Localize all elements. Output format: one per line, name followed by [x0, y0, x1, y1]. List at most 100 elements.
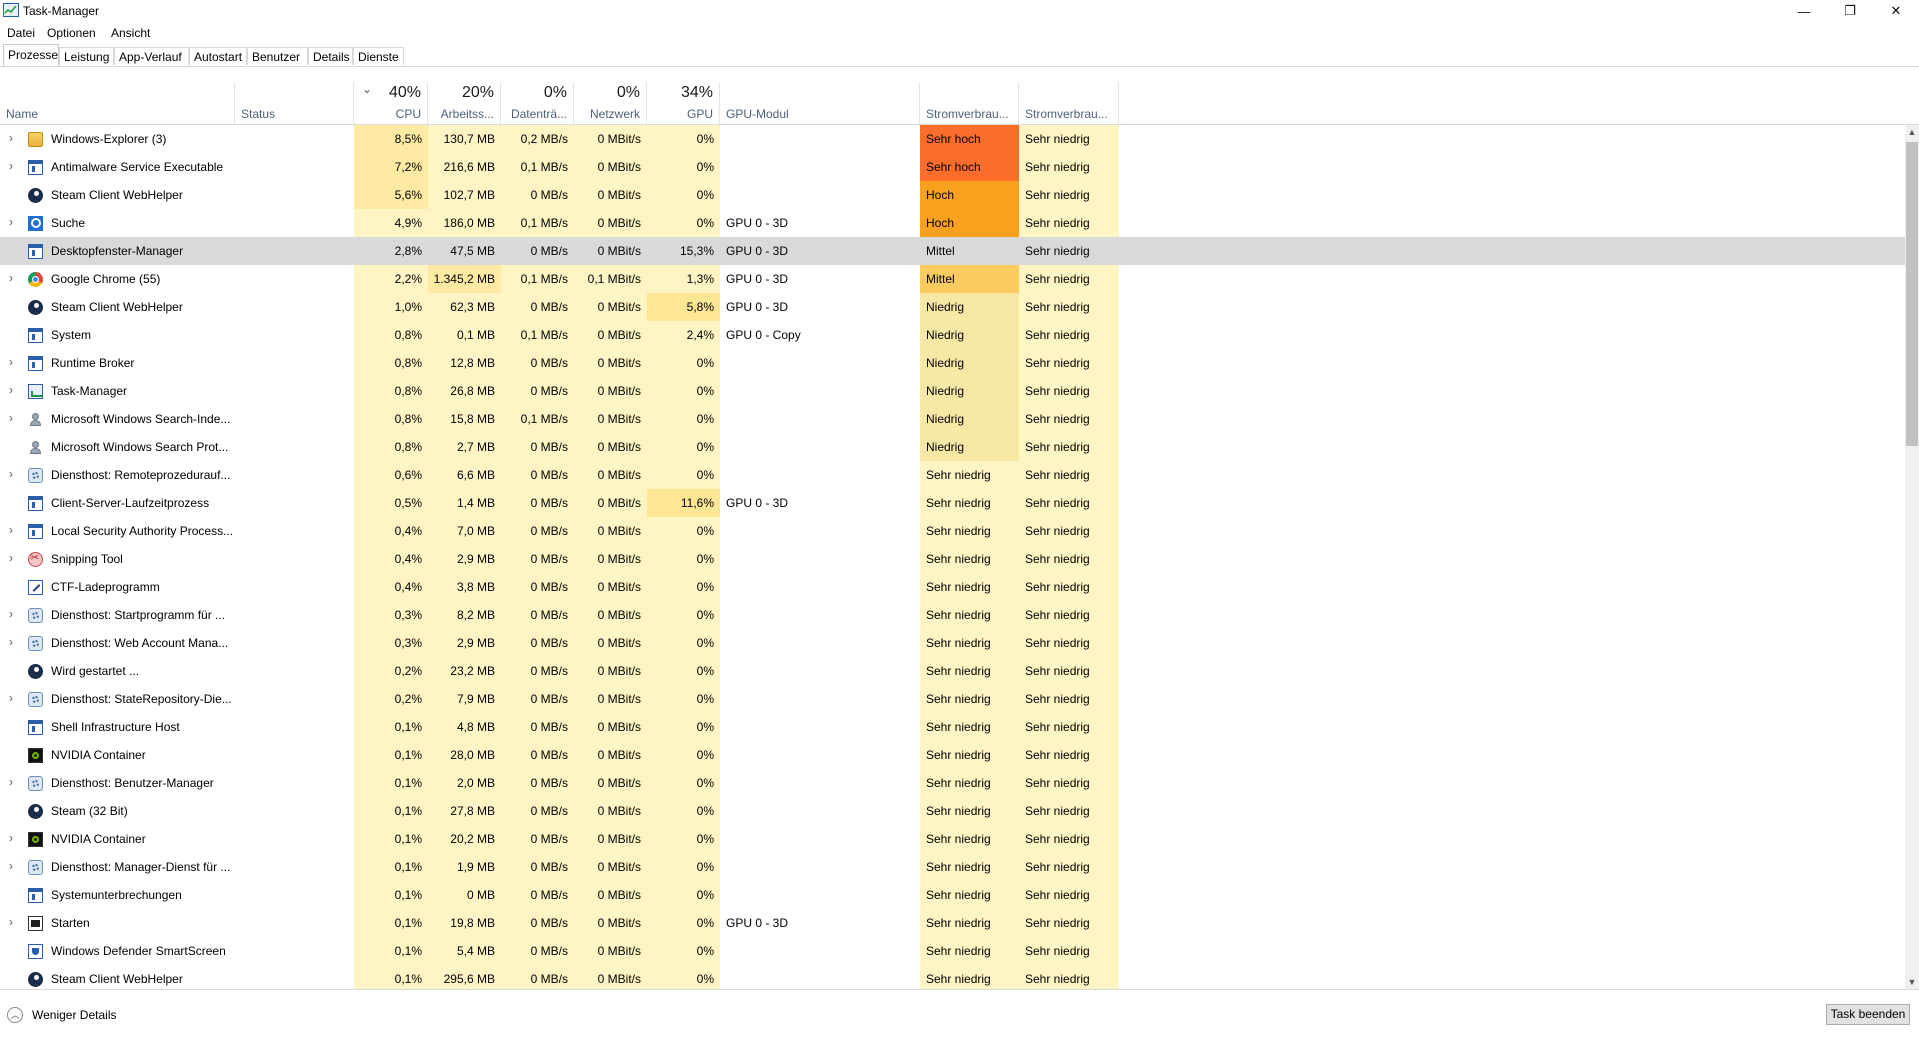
process-name: Steam Client WebHelper: [51, 300, 183, 314]
expand-chevron-icon[interactable]: ›: [9, 629, 13, 657]
fewer-details-link[interactable]: ︿ Weniger Details: [7, 1005, 116, 1025]
column-cpu[interactable]: 40% CPU: [354, 82, 428, 124]
process-row[interactable]: › NVIDIA Container 0,1% 20,2 MB 0 MB/s 0…: [0, 825, 1905, 853]
menu-ansicht[interactable]: Ansicht: [111, 26, 150, 40]
process-network: 0 MBit/s: [574, 153, 647, 181]
tab-dienste[interactable]: Dienste: [353, 47, 404, 65]
scroll-down-arrow-icon[interactable]: ▼: [1905, 975, 1919, 989]
expand-chevron-icon[interactable]: ›: [9, 769, 13, 797]
process-row[interactable]: › Diensthost: StateRepository-Die... 0,2…: [0, 685, 1905, 713]
maximize-button[interactable]: ❐: [1827, 0, 1873, 22]
process-gpu: 0%: [647, 461, 720, 489]
process-row[interactable]: › Windows-Explorer (3) 8,5% 130,7 MB 0,2…: [0, 125, 1905, 153]
menu-datei[interactable]: Datei: [7, 26, 35, 40]
process-status: [235, 405, 354, 433]
process-row[interactable]: › Microsoft Windows Search Prot... 0,8% …: [0, 433, 1905, 461]
process-row[interactable]: › Snipping Tool 0,4% 2,9 MB 0 MB/s 0 MBi…: [0, 545, 1905, 573]
expand-chevron-icon[interactable]: ›: [9, 265, 13, 293]
column-power-usage[interactable]: Stromverbrau...: [920, 82, 1019, 124]
column-status[interactable]: Status: [235, 82, 354, 124]
expand-chevron-icon[interactable]: ›: [9, 377, 13, 405]
process-gpu-module: [720, 853, 920, 881]
process-row[interactable]: › Runtime Broker 0,8% 12,8 MB 0 MB/s 0 M…: [0, 349, 1905, 377]
expand-chevron-icon[interactable]: ›: [9, 125, 13, 153]
column-power-trend[interactable]: Stromverbrau...: [1019, 82, 1119, 124]
tab-leistung[interactable]: Leistung: [59, 47, 114, 65]
process-status: [235, 125, 354, 153]
process-memory: 47,5 MB: [450, 244, 495, 258]
process-gpu-module: [720, 377, 920, 405]
expand-chevron-icon[interactable]: ›: [9, 601, 13, 629]
expand-chevron-icon[interactable]: ›: [9, 685, 13, 713]
expand-chevron-icon[interactable]: ›: [9, 909, 13, 937]
process-row[interactable]: › Diensthost: Startprogramm für ... 0,3%…: [0, 601, 1905, 629]
tab-autostart[interactable]: Autostart: [189, 47, 247, 65]
process-status: [235, 797, 354, 825]
process-row[interactable]: › Task-Manager 0,8% 26,8 MB 0 MB/s 0 MBi…: [0, 377, 1905, 405]
process-row[interactable]: › Client-Server-Laufzeitprozess 0,5% 1,4…: [0, 489, 1905, 517]
process-disk: 0 MB/s: [501, 601, 574, 629]
column-name[interactable]: Name: [0, 82, 235, 124]
minimize-button[interactable]: —: [1781, 0, 1827, 22]
process-row[interactable]: › Steam Client WebHelper 5,6% 102,7 MB 0…: [0, 181, 1905, 209]
process-row[interactable]: › Suche 4,9% 186,0 MB 0,1 MB/s 0 MBit/s …: [0, 209, 1905, 237]
expand-chevron-icon[interactable]: ›: [9, 209, 13, 237]
vertical-scrollbar[interactable]: ▲ ▼: [1905, 125, 1919, 989]
process-row[interactable]: › Shell Infrastructure Host 0,1% 4,8 MB …: [0, 713, 1905, 741]
expand-chevron-icon[interactable]: ›: [9, 405, 13, 433]
tab-app-verlauf[interactable]: App-Verlauf: [114, 47, 189, 65]
process-row[interactable]: › Diensthost: Web Account Mana... 0,3% 2…: [0, 629, 1905, 657]
process-row[interactable]: › Starten 0,1% 19,8 MB 0 MB/s 0 MBit/s 0…: [0, 909, 1905, 937]
expand-chevron-icon[interactable]: ›: [9, 349, 13, 377]
process-row[interactable]: › Systemunterbrechungen 0,1% 0 MB 0 MB/s…: [0, 881, 1905, 909]
column-network[interactable]: 0% Netzwerk: [574, 82, 647, 124]
footer-divider: [0, 989, 1919, 990]
process-disk: 0,2 MB/s: [501, 125, 574, 153]
start-icon: [28, 916, 43, 931]
column-disk[interactable]: 0% Datenträ...: [501, 82, 574, 124]
process-row[interactable]: › Microsoft Windows Search-Inde... 0,8% …: [0, 405, 1905, 433]
process-name: Wird gestartet ...: [51, 664, 140, 678]
process-name: Microsoft Windows Search Prot...: [51, 440, 229, 454]
scroll-thumb[interactable]: [1906, 142, 1918, 446]
process-disk: 0 MB/s: [501, 461, 574, 489]
tab-benutzer[interactable]: Benutzer: [247, 47, 308, 65]
tab-details[interactable]: Details: [308, 47, 353, 65]
end-task-button[interactable]: Task beenden: [1826, 1004, 1910, 1025]
process-disk: 0 MB/s: [501, 685, 574, 713]
process-row[interactable]: › Steam (32 Bit) 0,1% 27,8 MB 0 MB/s 0 M…: [0, 797, 1905, 825]
process-row[interactable]: › CTF-Ladeprogramm 0,4% 3,8 MB 0 MB/s 0 …: [0, 573, 1905, 601]
close-button[interactable]: ✕: [1873, 0, 1919, 22]
process-row[interactable]: › Local Security Authority Process... 0,…: [0, 517, 1905, 545]
column-gpu-module[interactable]: GPU-Modul: [720, 82, 920, 124]
process-row[interactable]: › Diensthost: Remoteprozedurauf... 0,6% …: [0, 461, 1905, 489]
process-row[interactable]: › Diensthost: Benutzer-Manager 0,1% 2,0 …: [0, 769, 1905, 797]
process-row[interactable]: › Desktopfenster-Manager 2,8% 47,5 MB 0 …: [0, 237, 1905, 265]
process-network: 0 MBit/s: [574, 909, 647, 937]
expand-chevron-icon[interactable]: ›: [9, 825, 13, 853]
column-name-label: Name: [6, 107, 39, 121]
process-row[interactable]: › Google Chrome (55) 2,2% 1.345,2 MB 0,1…: [0, 265, 1905, 293]
tab-prozesse[interactable]: Prozesse: [3, 44, 59, 66]
process-row[interactable]: › NVIDIA Container 0,1% 28,0 MB 0 MB/s 0…: [0, 741, 1905, 769]
expand-chevron-icon[interactable]: ›: [9, 461, 13, 489]
process-memory: 26,8 MB: [428, 377, 501, 405]
menu-optionen[interactable]: Optionen: [47, 26, 96, 40]
column-memory[interactable]: 20% Arbeitss...: [428, 82, 501, 124]
process-row[interactable]: › Wird gestartet ... 0,2% 23,2 MB 0 MB/s…: [0, 657, 1905, 685]
expand-chevron-icon[interactable]: ›: [9, 853, 13, 881]
process-row[interactable]: › Diensthost: Manager-Dienst für ... 0,1…: [0, 853, 1905, 881]
expand-chevron-icon[interactable]: ›: [9, 517, 13, 545]
process-gpu-module: [720, 881, 920, 909]
process-row[interactable]: › Antimalware Service Executable 7,2% 21…: [0, 153, 1905, 181]
expand-chevron-icon[interactable]: ›: [9, 153, 13, 181]
scroll-up-arrow-icon[interactable]: ▲: [1905, 125, 1919, 139]
process-network: 0 MBit/s: [574, 937, 647, 965]
process-row[interactable]: › System 0,8% 0,1 MB 0,1 MB/s 0 MBit/s 2…: [0, 321, 1905, 349]
process-power-usage: Hoch: [920, 209, 1019, 237]
column-gpu[interactable]: 34% GPU: [647, 82, 720, 124]
expand-chevron-icon[interactable]: ›: [9, 545, 13, 573]
process-row[interactable]: › Steam Client WebHelper 0,1% 295,6 MB 0…: [0, 965, 1905, 989]
process-row[interactable]: › Steam Client WebHelper 1,0% 62,3 MB 0 …: [0, 293, 1905, 321]
process-row[interactable]: › Windows Defender SmartScreen 0,1% 5,4 …: [0, 937, 1905, 965]
